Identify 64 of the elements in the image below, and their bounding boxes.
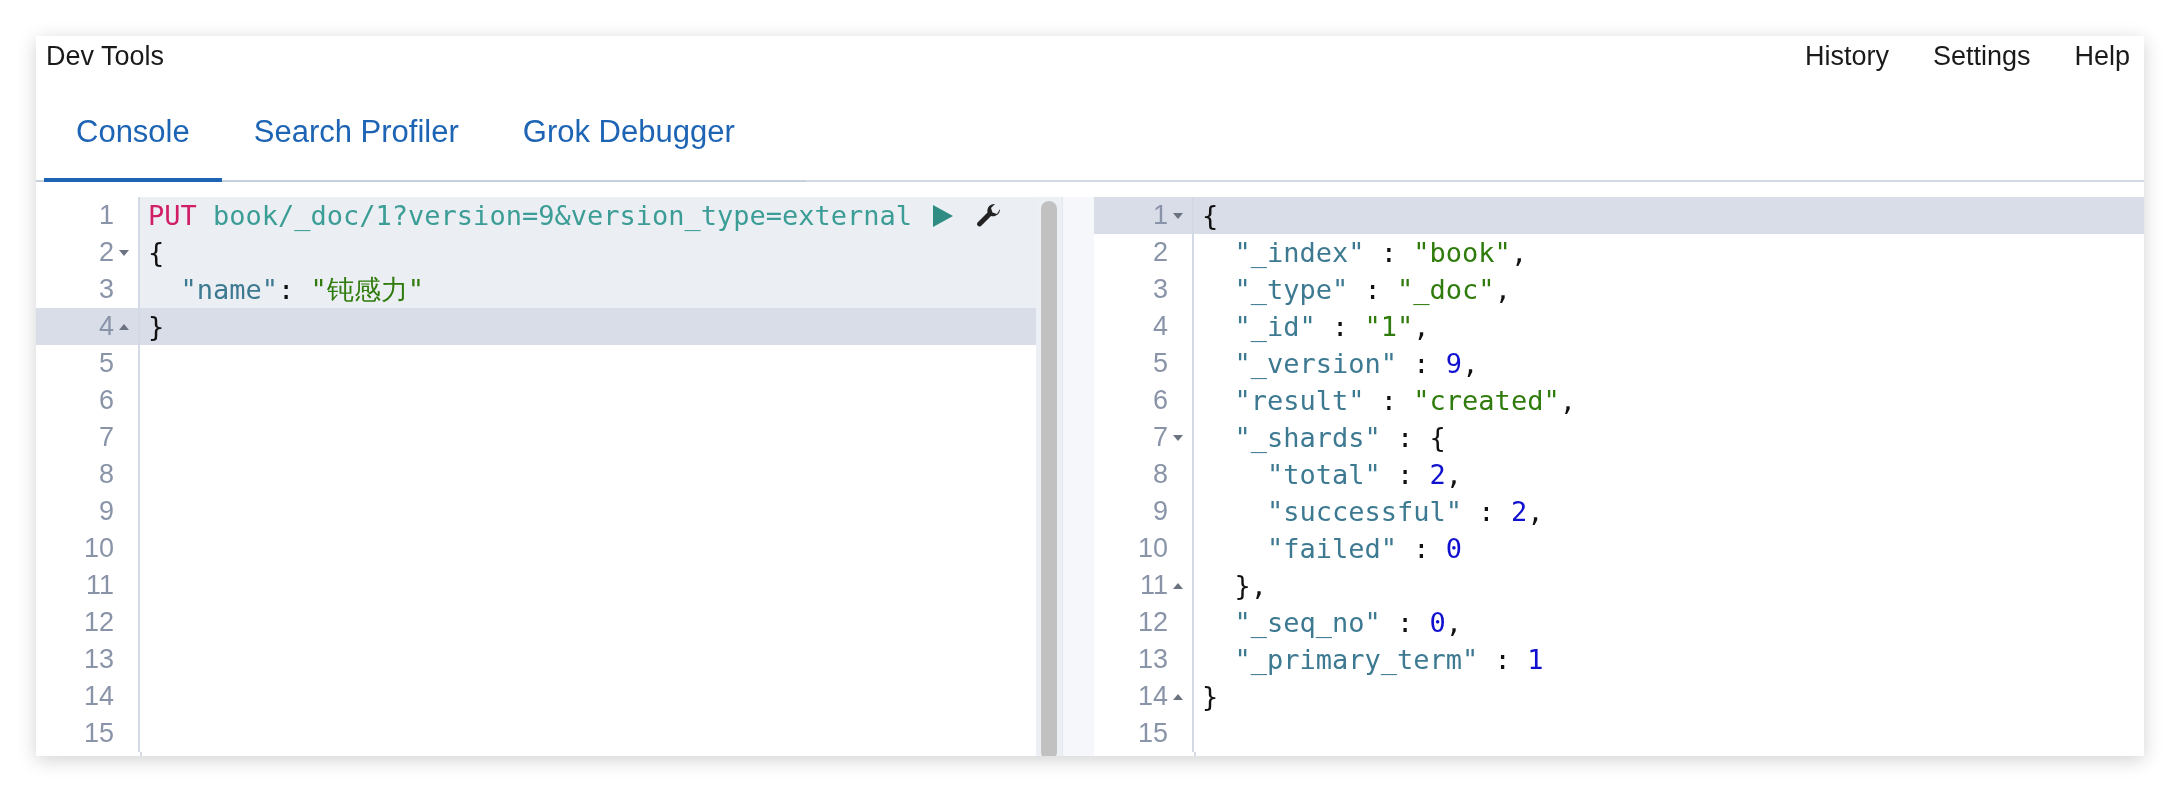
line-number: 2 xyxy=(98,237,114,268)
line-number: 4 xyxy=(1152,311,1168,342)
code-line: "failed" : 0 xyxy=(1266,533,1463,564)
code-line: "_index" : "book", xyxy=(1233,237,1528,268)
code-line: { xyxy=(148,237,165,268)
header-link[interactable]: Settings xyxy=(1932,40,2031,72)
line-number: 6 xyxy=(98,385,114,416)
code-line: "_version" : 9, xyxy=(1233,348,1479,379)
line-number: 15 xyxy=(1137,718,1168,749)
code-line: "_shards" : { xyxy=(1233,422,1446,453)
code-line: } xyxy=(1202,681,1219,712)
code-line: "name": "钝感力" xyxy=(179,272,425,307)
line-number: 4 xyxy=(98,311,114,342)
code-line: "total" : 2, xyxy=(1266,459,1463,490)
line-number: 10 xyxy=(83,533,114,564)
fold-arrow-icon[interactable] xyxy=(1173,693,1183,700)
line-number: 13 xyxy=(83,644,114,675)
line-number: 15 xyxy=(83,718,114,749)
line-number: 1 xyxy=(98,200,114,231)
code-line: }, xyxy=(1233,570,1268,601)
line-number: 1 xyxy=(1152,200,1168,231)
line-number: 3 xyxy=(1152,274,1168,305)
code-line: "_primary_term" : 1 xyxy=(1233,644,1544,675)
fold-arrow-icon[interactable] xyxy=(119,249,129,256)
line-number: 10 xyxy=(1137,533,1168,564)
code-line: "_seq_no" : 0, xyxy=(1233,607,1463,638)
line-number: 12 xyxy=(1137,607,1168,638)
code-line: } xyxy=(148,311,165,342)
fold-arrow-icon[interactable] xyxy=(1173,212,1183,219)
fold-arrow-icon[interactable] xyxy=(1173,582,1183,589)
scrollbar-thumb[interactable] xyxy=(1041,201,1057,756)
line-number: 8 xyxy=(1152,459,1168,490)
code-line: "successful" : 2, xyxy=(1266,496,1544,527)
line-number: 7 xyxy=(98,422,114,453)
line-number: 11 xyxy=(1139,570,1168,601)
line-number: 2 xyxy=(1152,237,1168,268)
line-number: 8 xyxy=(98,459,114,490)
line-number: 14 xyxy=(1137,681,1168,712)
line-number: 3 xyxy=(98,274,114,305)
wrench-icon[interactable] xyxy=(976,202,1003,229)
tab[interactable]: Console xyxy=(44,114,222,182)
code-line: { xyxy=(1202,200,1219,231)
line-number: 9 xyxy=(1152,496,1168,527)
code-line: "result" : "created", xyxy=(1233,385,1576,416)
line-number: 12 xyxy=(83,607,114,638)
line-number: 6 xyxy=(1152,385,1168,416)
code-line: "_id" : "1", xyxy=(1233,311,1430,342)
line-number: 11 xyxy=(85,570,114,601)
code-line: "_type" : "_doc", xyxy=(1233,274,1511,305)
code-line: PUT book/_doc/1?version=9&version_type=external xyxy=(148,200,913,231)
fold-arrow-icon[interactable] xyxy=(119,323,129,330)
tab[interactable]: Grok Debugger xyxy=(490,114,767,182)
header-link[interactable]: History xyxy=(1804,40,1889,72)
line-number: 5 xyxy=(98,348,114,379)
line-number: 13 xyxy=(1137,644,1168,675)
tab[interactable]: Search Profiler xyxy=(221,114,491,182)
line-number: 5 xyxy=(1152,348,1168,379)
line-number: 14 xyxy=(83,681,114,712)
line-number: 7 xyxy=(1152,422,1168,453)
line-number: 9 xyxy=(98,496,114,527)
play-icon[interactable] xyxy=(932,203,955,228)
header-link[interactable]: Help xyxy=(2074,40,2130,72)
app-title: Dev Tools xyxy=(46,40,165,72)
fold-arrow-icon[interactable] xyxy=(1173,434,1183,441)
